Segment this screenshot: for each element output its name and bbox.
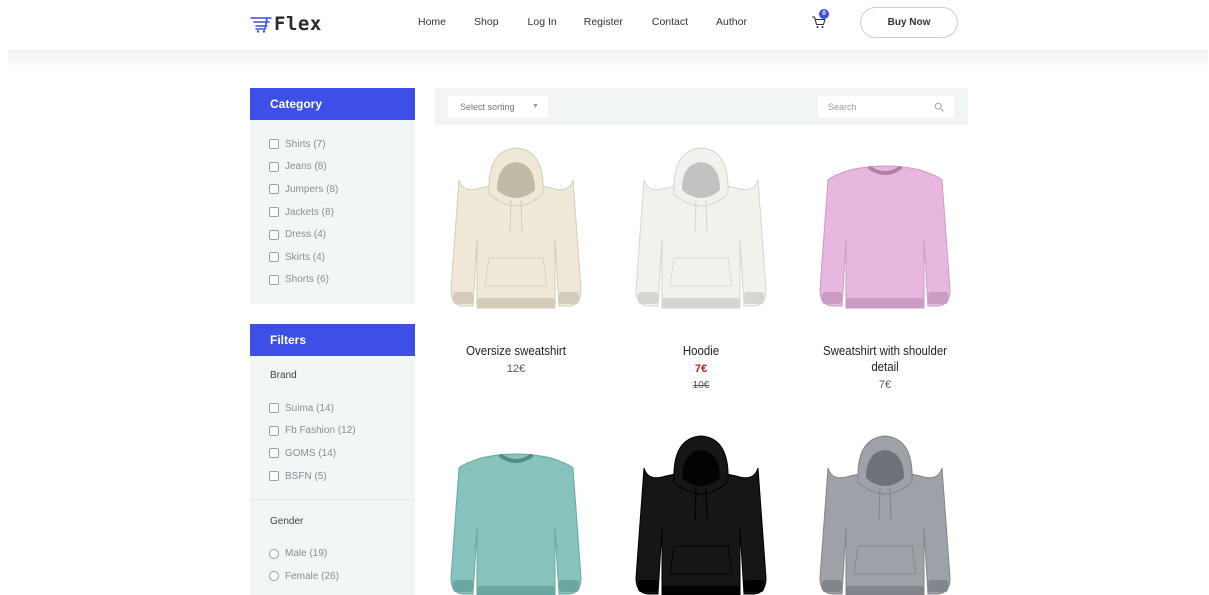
product-card[interactable]: Sweatshirt with shoulder detail 7€ xyxy=(800,140,970,391)
checkbox[interactable] xyxy=(269,184,279,195)
checkbox[interactable] xyxy=(269,274,279,285)
brand-item-fb-fashion[interactable]: Fb Fashion (12) xyxy=(269,420,415,443)
category-item-shorts[interactable]: Shorts (6) xyxy=(269,269,415,292)
checkbox[interactable] xyxy=(269,425,279,436)
logo-text: Flex xyxy=(274,13,322,35)
checkbox[interactable] xyxy=(269,252,279,263)
checkbox[interactable] xyxy=(269,161,279,172)
filters-title: Filters xyxy=(250,324,415,356)
search-icon[interactable] xyxy=(934,102,944,112)
gender-item-male[interactable]: Male (19) xyxy=(269,542,415,565)
buy-now-button[interactable]: Buy Now xyxy=(860,7,958,38)
category-label: Shorts (6) xyxy=(285,274,329,286)
gender-list: Male (19) Female (26) xyxy=(250,542,415,587)
product-price: 12€ xyxy=(506,363,526,375)
search-box xyxy=(818,96,954,118)
product-old-price: 10€ xyxy=(692,380,710,391)
brand-label: Suima (14) xyxy=(285,402,334,414)
nav-home[interactable]: Home xyxy=(418,16,446,28)
product-card[interactable] xyxy=(800,428,970,595)
checkbox[interactable] xyxy=(269,448,279,459)
search-input[interactable] xyxy=(828,96,928,118)
checkbox[interactable] xyxy=(269,139,279,150)
brand-label: Fb Fashion (12) xyxy=(285,425,356,437)
product-image[interactable] xyxy=(431,428,601,595)
category-item-jackets[interactable]: Jackets (8) xyxy=(269,201,415,224)
product-name[interactable]: Sweatshirt with shoulder detail xyxy=(810,343,960,375)
product-name[interactable]: Oversize sweatshirt xyxy=(441,343,591,359)
checkbox[interactable] xyxy=(269,471,279,482)
checkbox[interactable] xyxy=(269,207,279,218)
category-item-jeans[interactable]: Jeans (8) xyxy=(269,156,415,179)
divider xyxy=(250,499,415,501)
category-label: Jackets (8) xyxy=(285,206,334,218)
header-shadow xyxy=(8,50,1208,72)
brand-item-suima[interactable]: Suima (14) xyxy=(269,397,415,420)
checkbox[interactable] xyxy=(269,403,279,414)
gender-item-female[interactable]: Female (26) xyxy=(269,565,415,588)
sort-select[interactable]: Select sorting ▼ xyxy=(448,96,548,118)
filters-widget: Filters Brand Suima (14) Fb Fashion (12)… xyxy=(250,324,415,595)
category-label: Shirts (7) xyxy=(285,138,326,150)
nav-register[interactable]: Register xyxy=(584,16,623,28)
radio[interactable] xyxy=(269,548,279,559)
category-label: Jumpers (8) xyxy=(285,183,339,195)
product-sale-price: 7€ xyxy=(694,363,708,375)
product-card[interactable] xyxy=(431,428,601,595)
nav-shop[interactable]: Shop xyxy=(474,16,499,28)
category-list: Shirts (7) Jeans (8) Jumpers (8) Jackets… xyxy=(250,120,415,291)
brand-label: GOMS (14) xyxy=(285,447,337,459)
nav-login[interactable]: Log In xyxy=(528,16,557,28)
category-widget: Category Shirts (7) Jeans (8) Jumpers (8… xyxy=(250,88,415,304)
cart-count-badge: 0 xyxy=(819,9,829,19)
brand-title: Brand xyxy=(270,370,297,381)
category-item-shirts[interactable]: Shirts (7) xyxy=(269,133,415,156)
gender-label: Female (26) xyxy=(285,570,339,582)
category-item-jumpers[interactable]: Jumpers (8) xyxy=(269,178,415,201)
brand-label: BSFN (5) xyxy=(285,470,327,482)
brand-list: Suima (14) Fb Fashion (12) GOMS (14) BSF… xyxy=(250,397,415,487)
category-item-dress[interactable]: Dress (4) xyxy=(269,223,415,246)
category-title: Category xyxy=(250,88,415,120)
gender-title: Gender xyxy=(270,516,304,528)
product-image[interactable] xyxy=(616,428,786,595)
category-item-skirts[interactable]: Skirts (4) xyxy=(269,246,415,269)
nav-contact[interactable]: Contact xyxy=(652,16,688,28)
site-header: Flex Home Shop Log In Register Contact A… xyxy=(0,0,1209,50)
product-image[interactable] xyxy=(800,428,970,595)
nav-author[interactable]: Author xyxy=(716,16,747,28)
product-image[interactable] xyxy=(431,140,601,315)
category-label: Skirts (4) xyxy=(285,251,325,263)
brand-item-goms[interactable]: GOMS (14) xyxy=(269,442,415,465)
cart-lines-icon xyxy=(250,17,272,33)
chevron-down-icon: ▼ xyxy=(532,103,539,110)
product-image[interactable] xyxy=(616,140,786,315)
shop-toolbar: Select sorting ▼ xyxy=(435,88,968,125)
radio[interactable] xyxy=(269,571,279,582)
checkbox[interactable] xyxy=(269,229,279,240)
main-nav: Home Shop Log In Register Contact Author xyxy=(418,16,747,28)
product-price: 7€ xyxy=(878,379,892,391)
category-label: Dress (4) xyxy=(285,229,327,241)
product-card[interactable] xyxy=(616,428,786,595)
sort-label: Select sorting xyxy=(460,102,515,112)
product-card[interactable]: Oversize sweatshirt 12€ xyxy=(431,140,601,375)
brand-item-bsfn[interactable]: BSFN (5) xyxy=(269,465,415,488)
logo[interactable]: Flex xyxy=(250,12,322,36)
product-card[interactable]: Hoodie 7€ 10€ xyxy=(616,140,786,391)
product-name[interactable]: Hoodie xyxy=(626,343,776,359)
product-image[interactable] xyxy=(800,140,970,315)
category-label: Jeans (8) xyxy=(285,161,327,173)
gender-label: Male (19) xyxy=(285,548,328,560)
